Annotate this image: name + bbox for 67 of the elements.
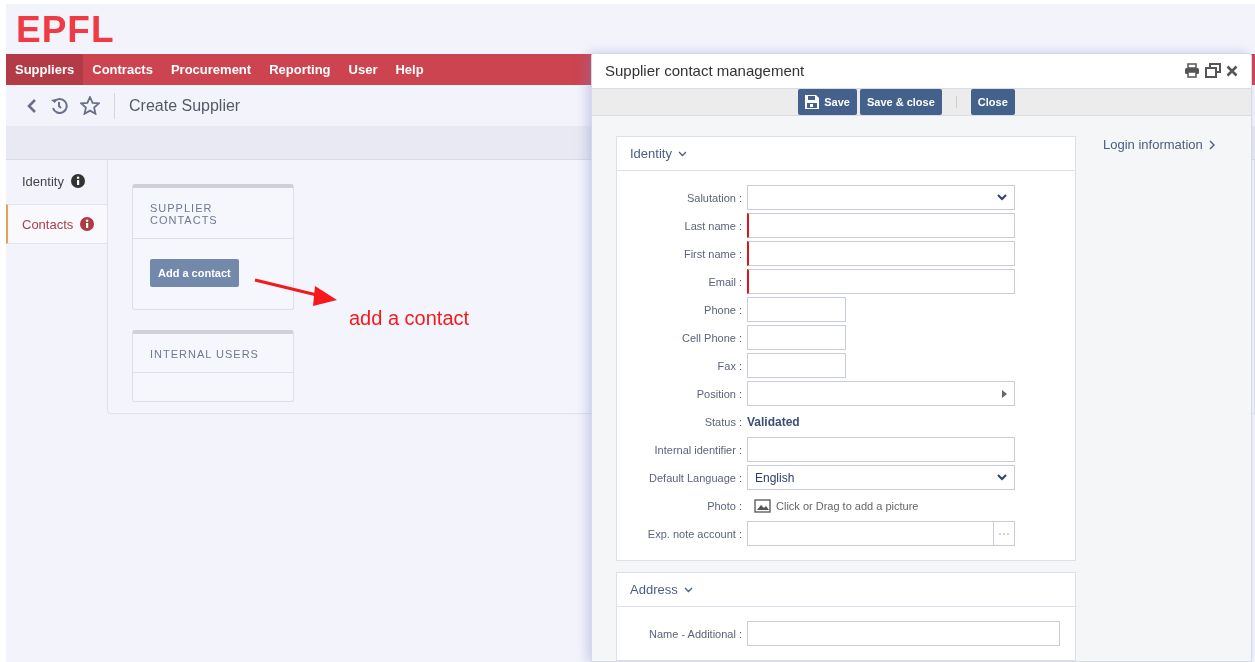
page-title: Create Supplier — [129, 96, 241, 115]
chevron-down-icon — [677, 150, 687, 157]
dialog-title: Supplier contact management — [605, 62, 806, 80]
side-tab[interactable]: Identity — [6, 162, 107, 200]
input-field[interactable] — [747, 325, 846, 350]
dropdown-field[interactable] — [747, 185, 1015, 210]
chevron-down-icon — [683, 586, 693, 593]
field-label: Salutation : — [685, 191, 742, 204]
info-icon — [70, 174, 85, 188]
dropdown-field[interactable]: English — [747, 465, 1015, 490]
toolbar-button[interactable]: Save & close — [859, 88, 942, 115]
field-label: Name - Additional : — [648, 627, 742, 640]
field-label: Photo : — [706, 499, 742, 512]
star-icon — [80, 96, 100, 115]
annotation-text: add a contact — [349, 307, 470, 330]
field-label: Fax : — [716, 359, 742, 372]
picker-field[interactable] — [747, 381, 1015, 406]
tab-label: Contacts — [22, 216, 74, 232]
input-field[interactable] — [747, 269, 1015, 294]
toolbar-button[interactable]: Save — [798, 88, 857, 115]
chevron-right-icon — [1208, 139, 1216, 150]
back-icon — [26, 97, 38, 114]
login-information-link[interactable]: Login information — [1103, 136, 1216, 153]
caret-down-icon — [997, 194, 1007, 201]
toolbar-button[interactable]: Close — [970, 88, 1015, 115]
add-contact-button[interactable]: Add a contact — [150, 259, 239, 287]
menu-item[interactable]: User — [339, 54, 387, 85]
print-icon[interactable] — [1184, 63, 1200, 79]
field-label: Exp. note account : — [646, 527, 742, 540]
restore-icon[interactable] — [1205, 63, 1221, 79]
history-icon — [50, 96, 68, 115]
card-title: SUPPLIER CONTACTS — [133, 188, 293, 239]
image-icon — [754, 498, 771, 513]
field-label: Status : — [703, 415, 742, 428]
input-field[interactable] — [747, 297, 846, 322]
input-field[interactable] — [747, 353, 846, 378]
section-header[interactable]: Identity — [617, 137, 1075, 171]
menu-item[interactable]: Help — [386, 54, 433, 85]
section-header[interactable]: Address — [617, 573, 1075, 607]
field-label: Default Language : — [648, 471, 742, 484]
close-icon[interactable] — [1226, 64, 1238, 77]
lookup-field[interactable] — [747, 521, 1015, 546]
field-label: First name : — [682, 247, 742, 260]
input-field[interactable] — [747, 213, 1015, 238]
input-field[interactable] — [747, 241, 1015, 266]
photo-upload[interactable]: Click or Drag to add a picture — [754, 498, 919, 513]
menu-item[interactable]: Procurement — [161, 54, 261, 85]
menu-item[interactable]: Reporting — [260, 54, 340, 85]
side-tab[interactable]: Contacts — [6, 204, 107, 244]
field-label: Cell Phone : — [681, 331, 742, 344]
field-label: Position : — [695, 387, 742, 400]
more-icon — [999, 532, 1009, 535]
field-label: Phone : — [703, 303, 742, 316]
menu-item[interactable]: Contracts — [83, 54, 162, 85]
caret-down-icon — [997, 474, 1007, 481]
card-title: INTERNAL USERS — [133, 334, 293, 373]
status-value: Validated — [747, 414, 800, 429]
field-label: Last name : — [683, 219, 742, 232]
input-field[interactable] — [747, 437, 1015, 462]
logo: EPFL — [16, 10, 115, 48]
tab-label: Identity — [22, 173, 64, 189]
menu-item[interactable]: Suppliers — [6, 54, 84, 85]
info-icon — [80, 217, 95, 231]
field-label: Email : — [707, 275, 742, 288]
caret-right-icon — [1002, 389, 1007, 398]
input-field[interactable] — [747, 621, 1060, 646]
field-label: Internal identifier : — [653, 443, 742, 456]
